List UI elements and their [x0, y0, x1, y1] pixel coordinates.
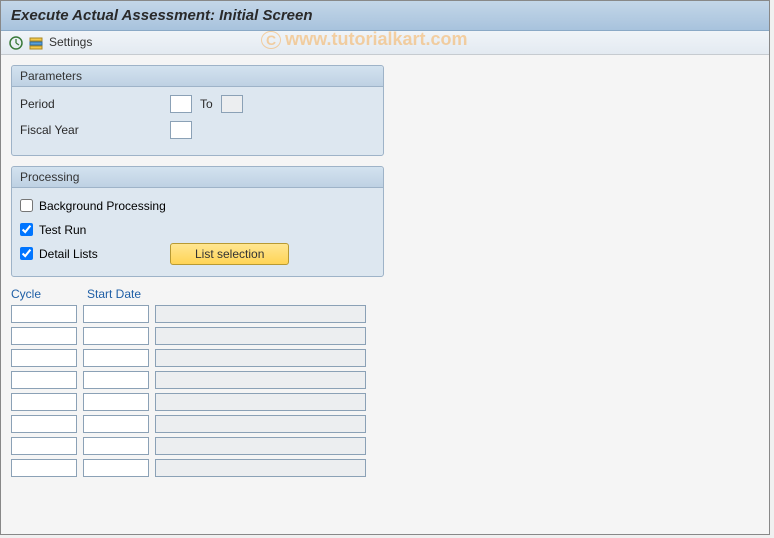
table-row [11, 305, 759, 323]
table-row [11, 349, 759, 367]
cycle-header: Cycle [11, 287, 71, 301]
description-input[interactable] [155, 437, 366, 455]
cycle-input[interactable] [11, 305, 77, 323]
table-row [11, 327, 759, 345]
period-input[interactable] [170, 95, 192, 113]
description-input[interactable] [155, 415, 366, 433]
list-selection-button[interactable]: List selection [170, 243, 289, 265]
table-row [11, 415, 759, 433]
to-label: To [200, 97, 213, 111]
table-row [11, 393, 759, 411]
startdate-input[interactable] [83, 393, 149, 411]
fiscal-year-input[interactable] [170, 121, 192, 139]
description-input[interactable] [155, 305, 366, 323]
page-title: Execute Actual Assessment: Initial Scree… [1, 1, 769, 31]
description-input[interactable] [155, 371, 366, 389]
cycle-table: Cycle Start Date [11, 287, 759, 477]
cycle-input[interactable] [11, 393, 77, 411]
settings-button[interactable]: Settings [49, 35, 92, 49]
cycle-input[interactable] [11, 371, 77, 389]
cycle-input[interactable] [11, 349, 77, 367]
description-input[interactable] [155, 459, 366, 477]
startdate-input[interactable] [83, 305, 149, 323]
startdate-input[interactable] [83, 371, 149, 389]
detail-label: Detail Lists [39, 247, 98, 261]
startdate-input[interactable] [83, 415, 149, 433]
table-row [11, 437, 759, 455]
execute-icon[interactable] [9, 35, 23, 50]
cycle-input[interactable] [11, 415, 77, 433]
startdate-header: Start Date [87, 287, 147, 301]
description-input[interactable] [155, 349, 366, 367]
fiscal-year-label: Fiscal Year [20, 123, 170, 137]
settings-icon[interactable] [29, 35, 43, 50]
processing-panel: Processing Background Processing Test Ru… [11, 166, 384, 277]
cycle-input[interactable] [11, 327, 77, 345]
app-window: Execute Actual Assessment: Initial Scree… [0, 0, 770, 535]
startdate-input[interactable] [83, 349, 149, 367]
toolbar: Settings [1, 31, 769, 55]
startdate-input[interactable] [83, 437, 149, 455]
testrun-label: Test Run [39, 223, 86, 237]
parameters-panel: Parameters Period To Fiscal Year [11, 65, 384, 156]
table-row [11, 371, 759, 389]
startdate-input[interactable] [83, 327, 149, 345]
description-input[interactable] [155, 327, 366, 345]
startdate-input[interactable] [83, 459, 149, 477]
period-label: Period [20, 97, 170, 111]
background-label: Background Processing [39, 199, 166, 213]
cycle-input[interactable] [11, 459, 77, 477]
period-to-input[interactable] [221, 95, 243, 113]
description-input[interactable] [155, 393, 366, 411]
cycle-input[interactable] [11, 437, 77, 455]
background-checkbox[interactable] [20, 199, 33, 212]
detail-checkbox[interactable] [20, 247, 33, 260]
content-area: Parameters Period To Fiscal Year Process… [1, 55, 769, 491]
parameters-title: Parameters [12, 66, 383, 87]
testrun-checkbox[interactable] [20, 223, 33, 236]
processing-title: Processing [12, 167, 383, 188]
table-row [11, 459, 759, 477]
